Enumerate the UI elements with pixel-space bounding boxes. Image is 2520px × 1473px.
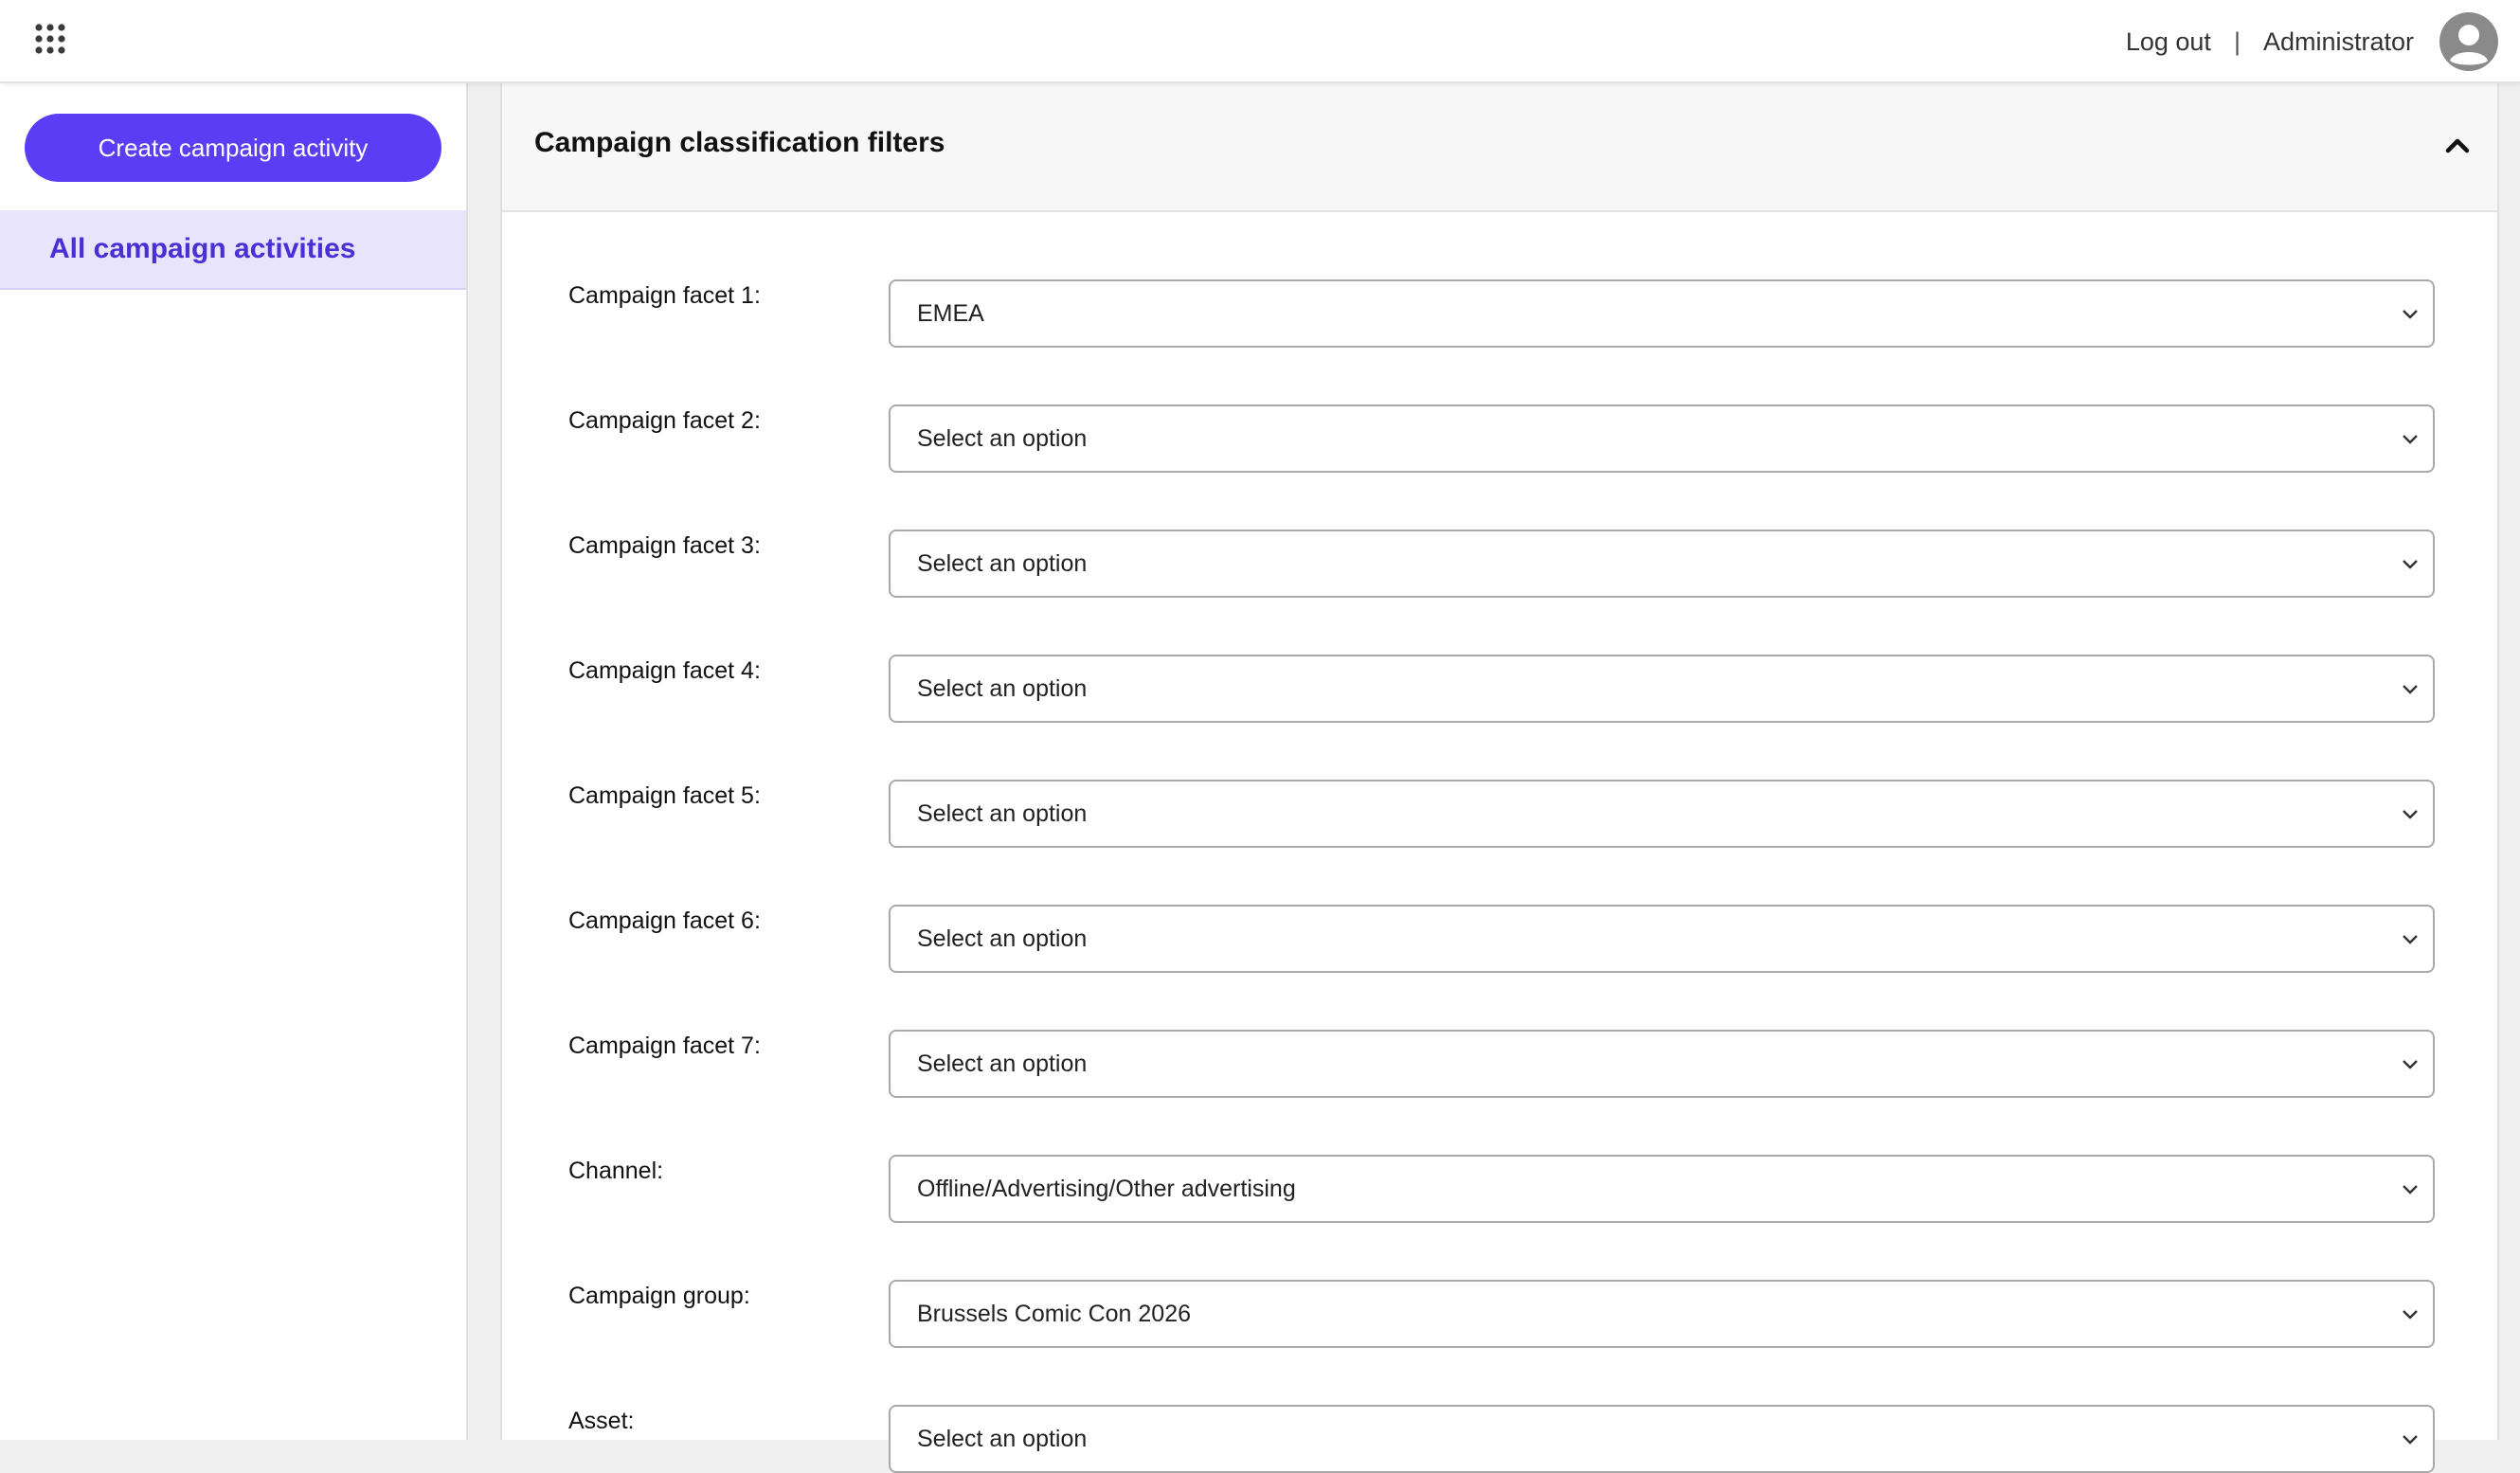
select-value: Select an option — [917, 799, 1088, 827]
campaign-facet-5-label: Campaign facet 5: — [568, 782, 761, 809]
user-menu: Log out | Administrator — [2126, 0, 2499, 83]
panel-title: Campaign classification filters — [534, 127, 945, 158]
campaign-facet-3-label: Campaign facet 3: — [568, 532, 761, 559]
campaign-facet-4-label: Campaign facet 4: — [568, 657, 761, 684]
select-value: EMEA — [917, 299, 984, 327]
chevron-down-icon — [2403, 935, 2418, 944]
select-value: Select an option — [917, 1050, 1088, 1077]
campaign-facet-7-label: Campaign facet 7: — [568, 1033, 761, 1059]
chevron-down-icon — [2403, 810, 2418, 819]
campaign-group-label: Campaign group: — [568, 1283, 750, 1309]
user-name: Administrator — [2262, 27, 2414, 56]
classification-filters-panel: Campaign classification filters Campaign… — [500, 83, 2499, 1473]
campaign-facet-7-select[interactable]: Select an option — [889, 1030, 2435, 1098]
create-campaign-activity-button[interactable]: Create campaign activity — [25, 114, 441, 182]
select-value: Select an option — [917, 1425, 1088, 1452]
campaign-facet-6-label: Campaign facet 6: — [568, 907, 761, 934]
campaign-facet-2-label: Campaign facet 2: — [568, 407, 761, 434]
select-value: Select an option — [917, 424, 1088, 452]
chevron-down-icon — [2403, 560, 2418, 569]
header-separator: | — [2233, 27, 2241, 56]
chevron-down-icon — [2403, 310, 2418, 319]
select-value: Select an option — [917, 549, 1088, 577]
top-bar: Log out | Administrator — [0, 0, 2520, 83]
campaign-facet-4-select[interactable]: Select an option — [889, 655, 2435, 723]
campaign-facet-3-select[interactable]: Select an option — [889, 530, 2435, 598]
campaign-facet-1-select[interactable]: EMEA — [889, 279, 2435, 348]
chevron-down-icon — [2403, 1310, 2418, 1320]
sidebar-item-all-campaign-activities[interactable]: All campaign activities — [0, 210, 466, 290]
channel-select[interactable]: Offline/Advertising/Other advertising — [889, 1155, 2435, 1223]
asset-select[interactable]: Select an option — [889, 1405, 2435, 1473]
apps-grid-icon[interactable] — [34, 23, 66, 55]
chevron-down-icon — [2403, 1185, 2418, 1195]
sidebar: Create campaign activity All campaign ac… — [0, 83, 468, 1440]
select-value: Brussels Comic Con 2026 — [917, 1300, 1192, 1327]
campaign-facet-1-label: Campaign facet 1: — [568, 282, 761, 309]
sidebar-item-label: All campaign activities — [49, 233, 356, 264]
chevron-down-icon — [2403, 1060, 2418, 1069]
campaign-facet-2-select[interactable]: Select an option — [889, 404, 2435, 473]
chevron-down-icon — [2403, 1435, 2418, 1445]
campaign-group-select[interactable]: Brussels Comic Con 2026 — [889, 1280, 2435, 1348]
user-avatar-icon[interactable] — [2439, 11, 2499, 72]
campaign-facet-6-select[interactable]: Select an option — [889, 905, 2435, 973]
chevron-up-icon[interactable] — [2442, 131, 2473, 161]
chevron-down-icon — [2403, 685, 2418, 694]
logout-link[interactable]: Log out — [2126, 27, 2211, 57]
chevron-down-icon — [2403, 435, 2418, 444]
asset-label: Asset: — [568, 1408, 635, 1434]
select-value: Select an option — [917, 674, 1088, 702]
select-value: Offline/Advertising/Other advertising — [917, 1175, 1296, 1202]
panel-header[interactable]: Campaign classification filters — [502, 83, 2497, 212]
select-value: Select an option — [917, 925, 1088, 952]
channel-label: Channel: — [568, 1158, 664, 1184]
campaign-facet-5-select[interactable]: Select an option — [889, 780, 2435, 848]
